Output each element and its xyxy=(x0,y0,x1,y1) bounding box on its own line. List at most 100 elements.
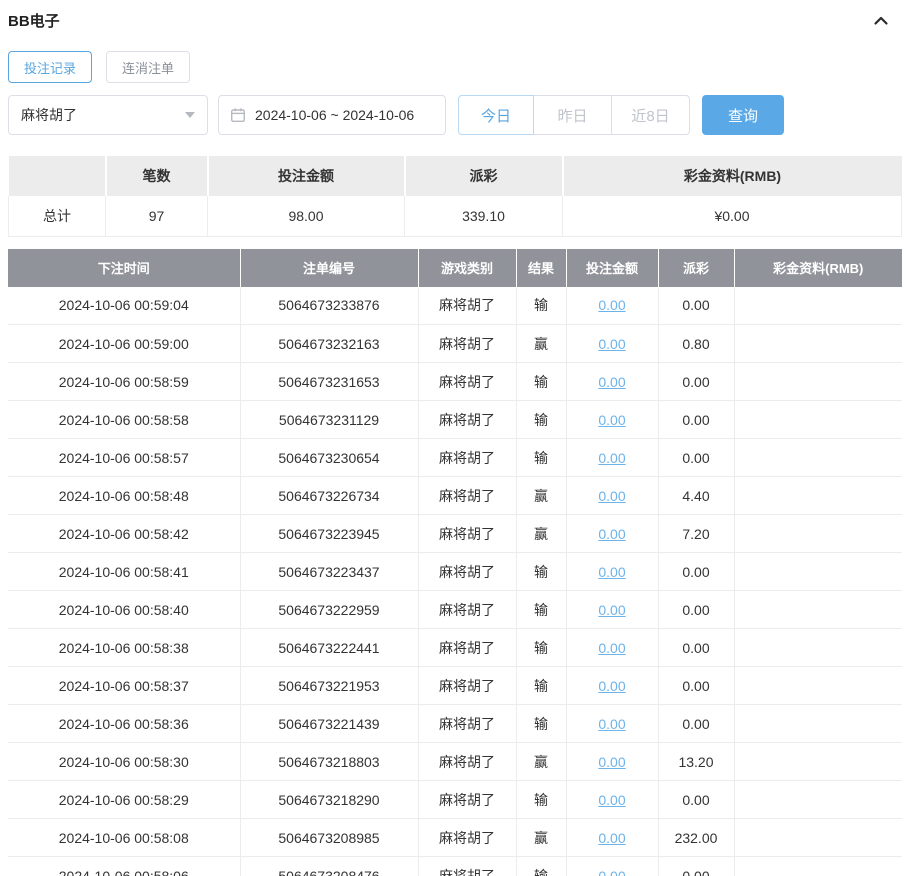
cell-id: 5064673232163 xyxy=(240,325,418,363)
cell-game: 麻将胡了 xyxy=(418,477,516,515)
cell-bonus xyxy=(734,705,902,743)
cell-game: 麻将胡了 xyxy=(418,325,516,363)
cell-game: 麻将胡了 xyxy=(418,819,516,857)
cell-result: 输 xyxy=(516,781,566,819)
cell-bonus xyxy=(734,629,902,667)
cell-game: 麻将胡了 xyxy=(418,629,516,667)
summary-payout: 339.10 xyxy=(405,196,563,236)
cell-time: 2024-10-06 00:58:42 xyxy=(8,515,240,553)
cell-bonus xyxy=(734,857,902,876)
cell-game: 麻将胡了 xyxy=(418,515,516,553)
cell-bet: 0.00 xyxy=(566,553,658,591)
cell-bet: 0.00 xyxy=(566,629,658,667)
cell-bet: 0.00 xyxy=(566,287,658,325)
bet-amount-link[interactable]: 0.00 xyxy=(598,374,625,390)
quick-range-yesterday[interactable]: 昨日 xyxy=(534,95,612,135)
cell-payout: 0.00 xyxy=(658,287,734,325)
bet-amount-link[interactable]: 0.00 xyxy=(598,488,625,504)
quick-range-last-8-days[interactable]: 近8日 xyxy=(612,95,690,135)
game-type-select[interactable]: 麻将胡了 xyxy=(8,95,208,135)
page-title: BB电子 xyxy=(8,10,60,31)
cell-bet: 0.00 xyxy=(566,781,658,819)
cell-payout: 0.00 xyxy=(658,401,734,439)
cell-payout: 0.00 xyxy=(658,857,734,876)
date-range-picker[interactable]: 2024-10-06 ~ 2024-10-06 xyxy=(218,95,446,135)
records-body: 2024-10-06 00:59:045064673233876麻将胡了输0.0… xyxy=(8,287,902,876)
bet-amount-link[interactable]: 0.00 xyxy=(598,678,625,694)
summary-bet-amount: 98.00 xyxy=(208,196,405,236)
cell-result: 输 xyxy=(516,363,566,401)
cell-payout: 0.00 xyxy=(658,781,734,819)
cell-payout: 0.00 xyxy=(658,667,734,705)
table-row: 2024-10-06 00:58:385064673222441麻将胡了输0.0… xyxy=(8,629,902,667)
bet-amount-link[interactable]: 0.00 xyxy=(598,754,625,770)
table-row: 2024-10-06 00:58:065064673208476麻将胡了输0.0… xyxy=(8,857,902,876)
cell-bet: 0.00 xyxy=(566,363,658,401)
cell-time: 2024-10-06 00:58:41 xyxy=(8,553,240,591)
search-button[interactable]: 查询 xyxy=(702,95,784,135)
cell-game: 麻将胡了 xyxy=(418,401,516,439)
cell-time: 2024-10-06 00:58:40 xyxy=(8,591,240,629)
cell-time: 2024-10-06 00:58:57 xyxy=(8,439,240,477)
cell-payout: 0.00 xyxy=(658,705,734,743)
cell-result: 赢 xyxy=(516,325,566,363)
bet-amount-link[interactable]: 0.00 xyxy=(598,830,625,846)
bet-amount-link[interactable]: 0.00 xyxy=(598,716,625,732)
collapse-button[interactable] xyxy=(872,12,890,30)
cell-payout: 232.00 xyxy=(658,819,734,857)
cell-id: 5064673230654 xyxy=(240,439,418,477)
cell-bonus xyxy=(734,287,902,325)
cell-id: 5064673231129 xyxy=(240,401,418,439)
cell-id: 5064673231653 xyxy=(240,363,418,401)
cell-result: 赢 xyxy=(516,477,566,515)
bet-amount-link[interactable]: 0.00 xyxy=(598,297,625,313)
table-row: 2024-10-06 00:58:405064673222959麻将胡了输0.0… xyxy=(8,591,902,629)
quick-range-today[interactable]: 今日 xyxy=(458,95,534,135)
bet-amount-link[interactable]: 0.00 xyxy=(598,640,625,656)
tab-bet-records[interactable]: 投注记录 xyxy=(8,51,92,83)
cell-time: 2024-10-06 00:58:08 xyxy=(8,819,240,857)
bet-amount-link[interactable]: 0.00 xyxy=(598,792,625,808)
chevron-down-icon xyxy=(185,112,195,118)
cell-bet: 0.00 xyxy=(566,325,658,363)
cell-game: 麻将胡了 xyxy=(418,439,516,477)
cell-game: 麻将胡了 xyxy=(418,363,516,401)
cell-bonus xyxy=(734,819,902,857)
bet-amount-link[interactable]: 0.00 xyxy=(598,450,625,466)
summary-bonus: ¥0.00 xyxy=(563,196,902,236)
cell-bonus xyxy=(734,515,902,553)
bet-amount-link[interactable]: 0.00 xyxy=(598,412,625,428)
bet-amount-link[interactable]: 0.00 xyxy=(598,868,625,876)
records-header-cell: 彩金资料(RMB) xyxy=(734,249,902,287)
cell-bonus xyxy=(734,743,902,781)
records-header-cell: 结果 xyxy=(516,249,566,287)
cell-bonus xyxy=(734,325,902,363)
cell-result: 输 xyxy=(516,857,566,876)
cell-time: 2024-10-06 00:58:37 xyxy=(8,667,240,705)
bet-amount-link[interactable]: 0.00 xyxy=(598,336,625,352)
quick-range-group: 今日昨日近8日 xyxy=(458,95,690,135)
date-range-value: 2024-10-06 ~ 2024-10-06 xyxy=(255,107,414,123)
bet-amount-link[interactable]: 0.00 xyxy=(598,564,625,580)
tab-bar: 投注记录连消注单 xyxy=(8,51,902,83)
cell-game: 麻将胡了 xyxy=(418,553,516,591)
table-row: 2024-10-06 00:59:045064673233876麻将胡了输0.0… xyxy=(8,287,902,325)
cell-id: 5064673223437 xyxy=(240,553,418,591)
bet-amount-link[interactable]: 0.00 xyxy=(598,602,625,618)
cell-bonus xyxy=(734,553,902,591)
summary-header-cell xyxy=(9,156,106,196)
tab-cancelled-bets[interactable]: 连消注单 xyxy=(106,51,190,83)
table-row: 2024-10-06 00:58:575064673230654麻将胡了输0.0… xyxy=(8,439,902,477)
bet-records-panel: BB电子 投注记录连消注单 麻将胡了 2024-10-06 ~ 2024-10-… xyxy=(0,0,910,876)
panel-header: BB电子 xyxy=(8,10,902,31)
table-row: 2024-10-06 00:58:585064673231129麻将胡了输0.0… xyxy=(8,401,902,439)
cell-result: 输 xyxy=(516,553,566,591)
cell-time: 2024-10-06 00:58:29 xyxy=(8,781,240,819)
cell-bonus xyxy=(734,591,902,629)
cell-result: 输 xyxy=(516,591,566,629)
summary-header-cell: 派彩 xyxy=(405,156,563,196)
cell-id: 5064673218803 xyxy=(240,743,418,781)
cell-game: 麻将胡了 xyxy=(418,667,516,705)
bet-amount-link[interactable]: 0.00 xyxy=(598,526,625,542)
cell-id: 5064673221439 xyxy=(240,705,418,743)
